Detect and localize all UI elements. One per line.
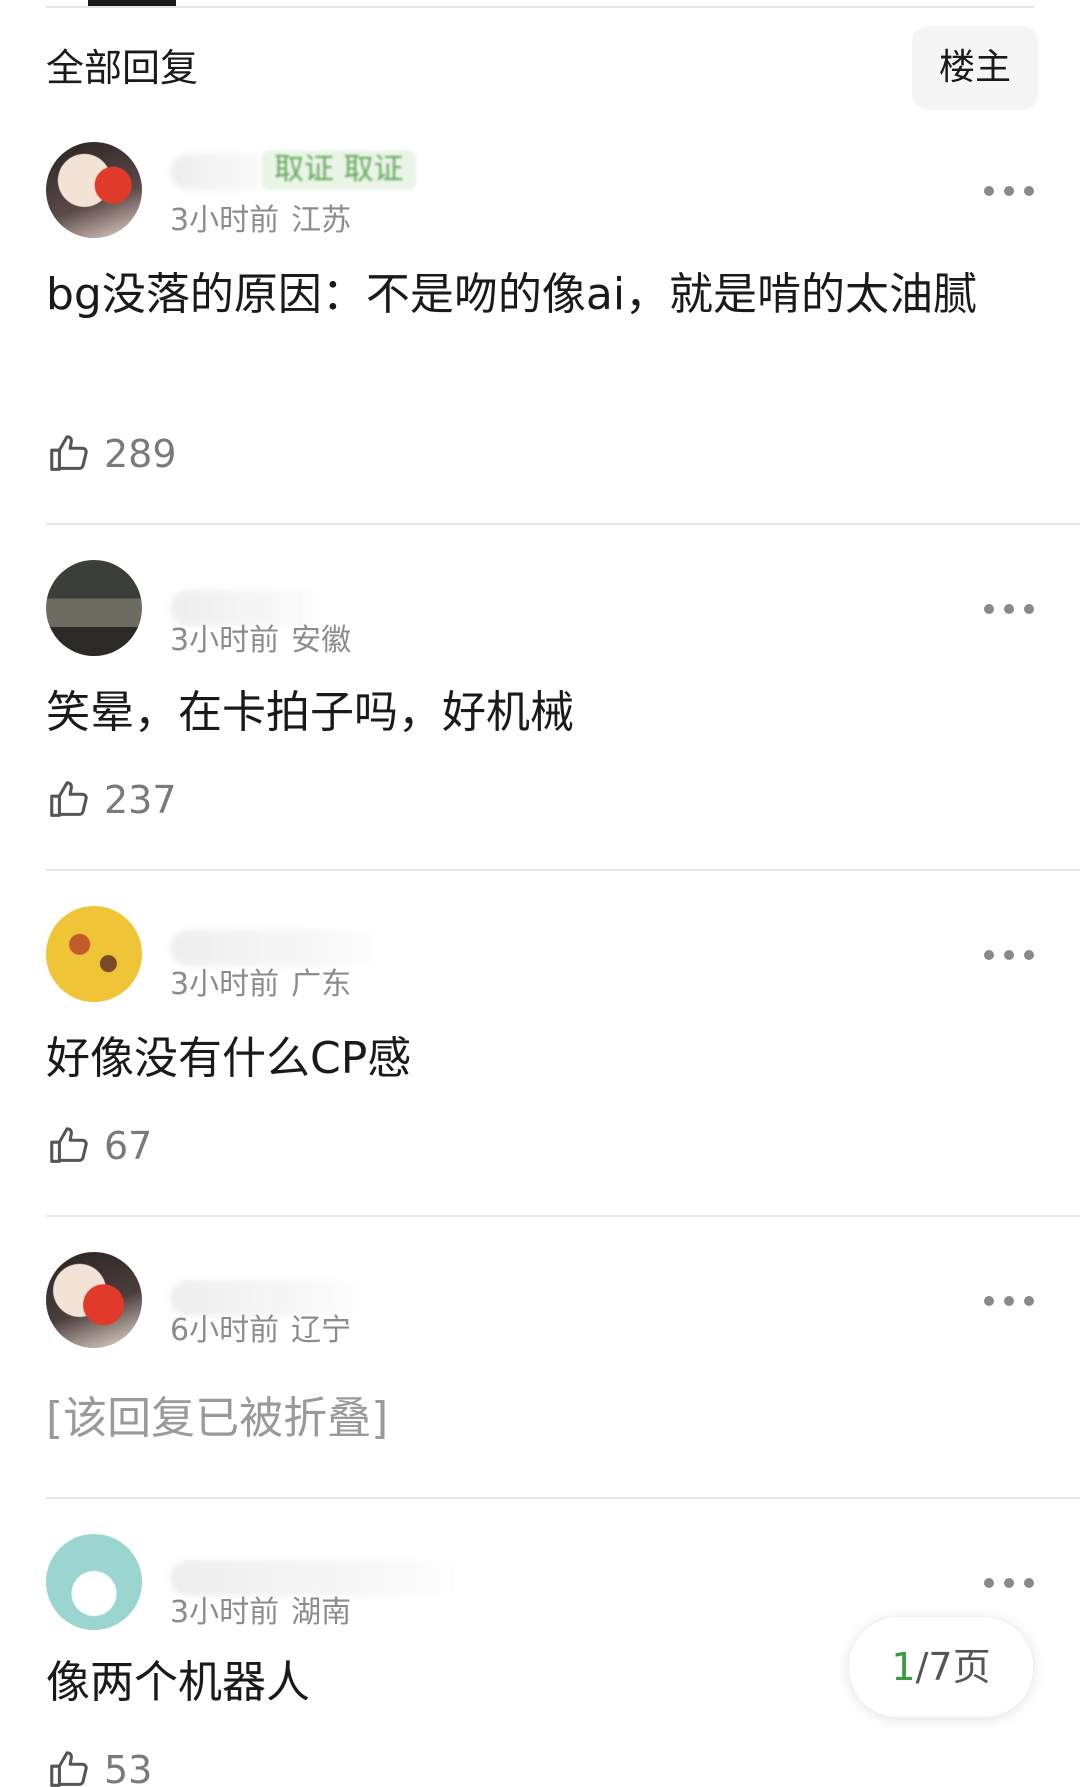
comment-time: 3小时前 <box>170 1595 280 1630</box>
tab-indicator <box>88 0 176 6</box>
thumbs-up-icon <box>50 1127 88 1163</box>
comment-meta: 3小时前 湖南 <box>170 1594 351 1632</box>
comment-divider <box>46 1215 1080 1217</box>
like-count: 237 <box>104 778 177 822</box>
user-badge: 取证 取证 <box>262 150 416 190</box>
more-options-icon[interactable] <box>984 1293 1034 1309</box>
avatar[interactable] <box>46 142 142 238</box>
current-page: 1 <box>891 1645 916 1689</box>
comment-text: 好像没有什么CP感 <box>46 1033 412 1084</box>
comment-location: 江苏 <box>291 203 352 238</box>
comment-divider <box>46 523 1080 525</box>
comment-divider <box>46 1497 1080 1499</box>
comment-meta: 3小时前 江苏 <box>170 202 351 240</box>
comment-meta: 3小时前 广东 <box>170 966 351 1004</box>
like-count: 53 <box>104 1748 153 1787</box>
comment-text: bg没落的原因：不是吻的像ai，就是啃的太油腻 <box>46 269 978 320</box>
folded-reply-notice[interactable]: [该回复已被折叠] <box>46 1384 1026 1454</box>
like-button[interactable]: 67 <box>46 1122 152 1170</box>
comment-divider <box>46 869 1080 871</box>
like-button[interactable]: 237 <box>46 776 177 824</box>
comment-location: 广东 <box>291 967 352 1002</box>
username-blurred[interactable] <box>170 590 330 626</box>
top-divider <box>46 6 1034 8</box>
like-button[interactable]: 53 <box>46 1746 152 1787</box>
thumbs-up-icon <box>50 1751 88 1787</box>
reply-list-page: 全部回复 楼主 取证 取证 3小时前 江苏 bg没落的原因：不是吻的像ai，就是啃… <box>0 0 1080 1787</box>
comment-meta: 6小时前 辽宁 <box>170 1312 351 1350</box>
comment-time: 3小时前 <box>170 967 280 1002</box>
op-only-filter-button[interactable]: 楼主 <box>912 26 1038 110</box>
thumbs-up-icon <box>50 435 88 471</box>
like-count: 67 <box>104 1124 153 1168</box>
avatar[interactable] <box>46 560 142 656</box>
username-blurred[interactable] <box>170 1280 370 1316</box>
comment-time: 6小时前 <box>170 1313 280 1348</box>
more-options-icon[interactable] <box>984 601 1034 617</box>
thumbs-up-icon <box>50 781 88 817</box>
more-options-icon[interactable] <box>984 183 1034 199</box>
like-button[interactable]: 289 <box>46 430 177 478</box>
comment-time: 3小时前 <box>170 623 280 658</box>
comment-time: 3小时前 <box>170 203 280 238</box>
comment-location: 辽宁 <box>291 1313 352 1348</box>
page-title: 全部回复 <box>46 46 199 90</box>
comment-location: 安徽 <box>291 623 352 658</box>
username-blurred[interactable] <box>170 930 390 966</box>
avatar[interactable] <box>46 906 142 1002</box>
avatar[interactable] <box>46 1252 142 1348</box>
more-options-icon[interactable] <box>984 1575 1034 1591</box>
comment-text: 笑晕，在卡拍子吗，好机械 <box>46 687 574 738</box>
avatar[interactable] <box>46 1534 142 1630</box>
like-count: 289 <box>104 432 177 476</box>
more-options-icon[interactable] <box>984 947 1034 963</box>
total-pages: /7页 <box>915 1645 991 1689</box>
comment-meta: 3小时前 安徽 <box>170 622 351 660</box>
page-indicator-button[interactable]: 1/7页 <box>848 1616 1034 1718</box>
username-blurred[interactable] <box>170 1560 470 1596</box>
comment-location: 湖南 <box>291 1595 352 1630</box>
